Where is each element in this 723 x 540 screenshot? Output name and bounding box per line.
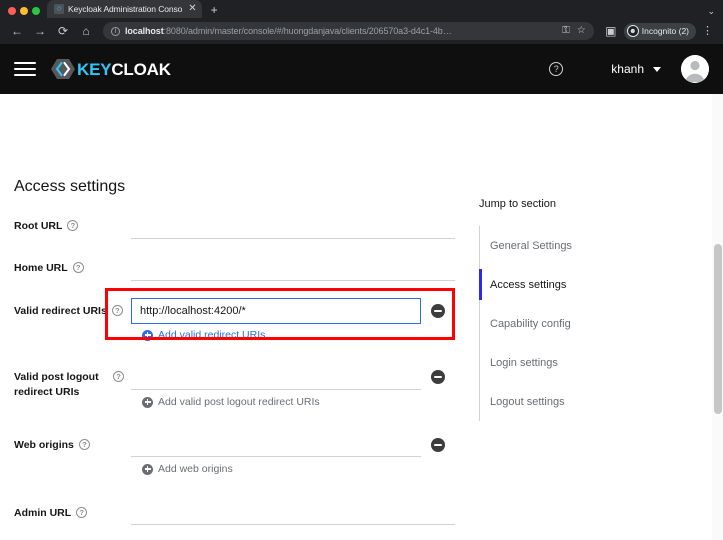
plus-circle-icon (142, 329, 153, 341)
help-icon[interactable]: ? (111, 305, 123, 316)
page-title: Access settings (14, 178, 126, 195)
address-bar-url: localhost:8080/admin/master/console/#/hu… (125, 26, 555, 36)
incognito-indicator[interactable]: ☻ Incognito (2) (623, 22, 696, 40)
field-label-text: Valid redirect URIs (14, 305, 107, 317)
field-label-text: Home URL (14, 262, 68, 274)
add-link-label: Add web origins (158, 463, 233, 475)
keycloak-favicon-icon: ◇ (54, 4, 64, 14)
new-tab-button[interactable]: + (202, 4, 227, 18)
plus-circle-icon (142, 463, 153, 475)
window-maximize-button[interactable] (32, 7, 40, 15)
keycloak-masthead: KEYCLOAK ? khanh (0, 44, 723, 94)
jump-item-capability-config[interactable]: Capability config (480, 304, 629, 343)
jump-to-section-list: General Settings Access settings Capabil… (479, 226, 629, 421)
field-label-text: Root URL (14, 220, 63, 232)
web-origins-input[interactable] (131, 431, 421, 457)
chevron-down-icon (653, 66, 661, 72)
back-icon[interactable]: ← (7, 21, 27, 41)
page-body: Access settings Root URL ? Home URL ? Va… (0, 94, 723, 540)
help-icon[interactable]: ? (76, 507, 88, 518)
field-label-valid-post-logout-redirect-uris: Valid post logout redirect URIs ? (14, 370, 124, 400)
keycloak-logo[interactable]: KEYCLOAK (50, 56, 171, 82)
jump-item-general-settings[interactable]: General Settings (480, 226, 629, 265)
jump-item-label: Logout settings (490, 395, 565, 408)
window-traffic-lights (0, 7, 47, 18)
jump-item-access-settings[interactable]: Access settings (479, 265, 629, 304)
admin-url-input[interactable] (131, 499, 455, 525)
user-dropdown[interactable]: khanh (611, 62, 661, 76)
forward-icon[interactable]: → (30, 21, 50, 41)
jump-item-label: Login settings (490, 356, 558, 369)
bookmark-star-icon[interactable]: ☆ (575, 26, 586, 36)
help-icon[interactable]: ? (549, 62, 564, 76)
avatar[interactable] (681, 55, 709, 83)
home-icon[interactable]: ⌂ (76, 21, 96, 41)
jump-item-label: Capability config (490, 317, 571, 330)
remove-valid-post-logout-redirect-uri-icon[interactable] (431, 370, 445, 384)
password-key-icon[interactable]: ⚿ (560, 26, 570, 36)
keycloak-wordmark: KEYCLOAK (77, 61, 171, 78)
root-url-input[interactable] (131, 213, 455, 239)
help-icon[interactable]: ? (113, 371, 124, 382)
jump-item-login-settings[interactable]: Login settings (480, 343, 629, 382)
field-label-admin-url: Admin URL ? (14, 506, 132, 521)
browser-tab-keycloak[interactable]: ◇ Keycloak Administration Conso ✕ (47, 0, 202, 18)
keycloak-hexagon-icon (51, 59, 75, 79)
close-icon[interactable]: ✕ (186, 4, 196, 14)
help-icon[interactable]: ? (67, 220, 79, 231)
field-label-home-url: Home URL ? (14, 261, 132, 276)
address-bar-host: localhost (125, 26, 164, 36)
side-panel-icon[interactable]: ▣ (601, 21, 621, 41)
valid-redirect-uris-input[interactable] (131, 298, 421, 324)
browser-tab-title: Keycloak Administration Conso (68, 4, 183, 14)
remove-web-origin-icon[interactable] (431, 438, 445, 452)
hamburger-bar (14, 62, 36, 64)
incognito-avatar-icon: ☻ (626, 25, 639, 37)
home-url-input[interactable] (131, 255, 455, 281)
help-icon[interactable]: ? (78, 439, 90, 450)
add-web-origins-button[interactable]: Add web origins (142, 463, 233, 475)
browser-tab-strip: ◇ Keycloak Administration Conso ✕ + ⌄ (0, 0, 723, 18)
plus-circle-icon (142, 396, 153, 408)
field-label-text: Admin URL (14, 507, 72, 519)
add-valid-post-logout-redirect-uris-button[interactable]: Add valid post logout redirect URIs (142, 396, 320, 408)
help-icon[interactable]: ? (72, 262, 84, 273)
field-label-text: Valid post logout redirect URIs (14, 371, 99, 398)
field-label-valid-redirect-uris: Valid redirect URIs ? (14, 304, 132, 319)
window-minimize-button[interactable] (20, 7, 28, 15)
jump-item-logout-settings[interactable]: Logout settings (480, 382, 629, 421)
hamburger-menu-icon[interactable] (14, 58, 36, 80)
window-close-button[interactable] (8, 7, 16, 15)
jump-item-label: Access settings (490, 278, 567, 291)
remove-valid-redirect-uri-icon[interactable] (431, 304, 445, 318)
browser-menu-icon[interactable]: ⋮ (699, 25, 716, 37)
valid-post-logout-redirect-uris-input[interactable] (131, 364, 421, 390)
jump-to-section-panel: Jump to section General Settings Access … (479, 198, 629, 421)
jump-item-label: General Settings (490, 239, 572, 252)
hamburger-bar (14, 74, 36, 76)
browser-chrome: ◇ Keycloak Administration Conso ✕ + ⌄ ← … (0, 0, 723, 44)
reload-icon[interactable]: ⟳ (53, 21, 73, 41)
address-bar-path: :8080/admin/master/console/#/huongdanjav… (163, 26, 452, 36)
site-info-icon[interactable]: i (111, 26, 120, 36)
chevron-down-icon[interactable]: ⌄ (707, 7, 715, 16)
browser-nav-bar: ← → ⟳ ⌂ i localhost:8080/admin/master/co… (0, 18, 723, 44)
vertical-scrollbar-thumb[interactable] (714, 244, 722, 414)
field-label-web-origins: Web origins ? (14, 438, 132, 453)
address-bar[interactable]: i localhost:8080/admin/master/console/#/… (103, 22, 594, 40)
field-label-text: Web origins (14, 439, 74, 451)
field-label-root-url: Root URL ? (14, 219, 132, 234)
hamburger-bar (14, 68, 36, 70)
add-valid-redirect-uris-button[interactable]: Add valid redirect URIs (142, 329, 265, 341)
vertical-scrollbar-track[interactable] (712, 94, 723, 540)
settings-form: Access settings Root URL ? Home URL ? Va… (0, 94, 712, 540)
add-link-label: Add valid redirect URIs (158, 329, 266, 341)
add-link-label: Add valid post logout redirect URIs (158, 396, 320, 408)
incognito-label: Incognito (2) (641, 26, 689, 36)
jump-to-section-title: Jump to section (479, 198, 557, 210)
brand-cloak-text: CLOAK (111, 59, 171, 79)
brand-key-text: KEY (77, 59, 112, 79)
username-label: khanh (611, 62, 644, 76)
